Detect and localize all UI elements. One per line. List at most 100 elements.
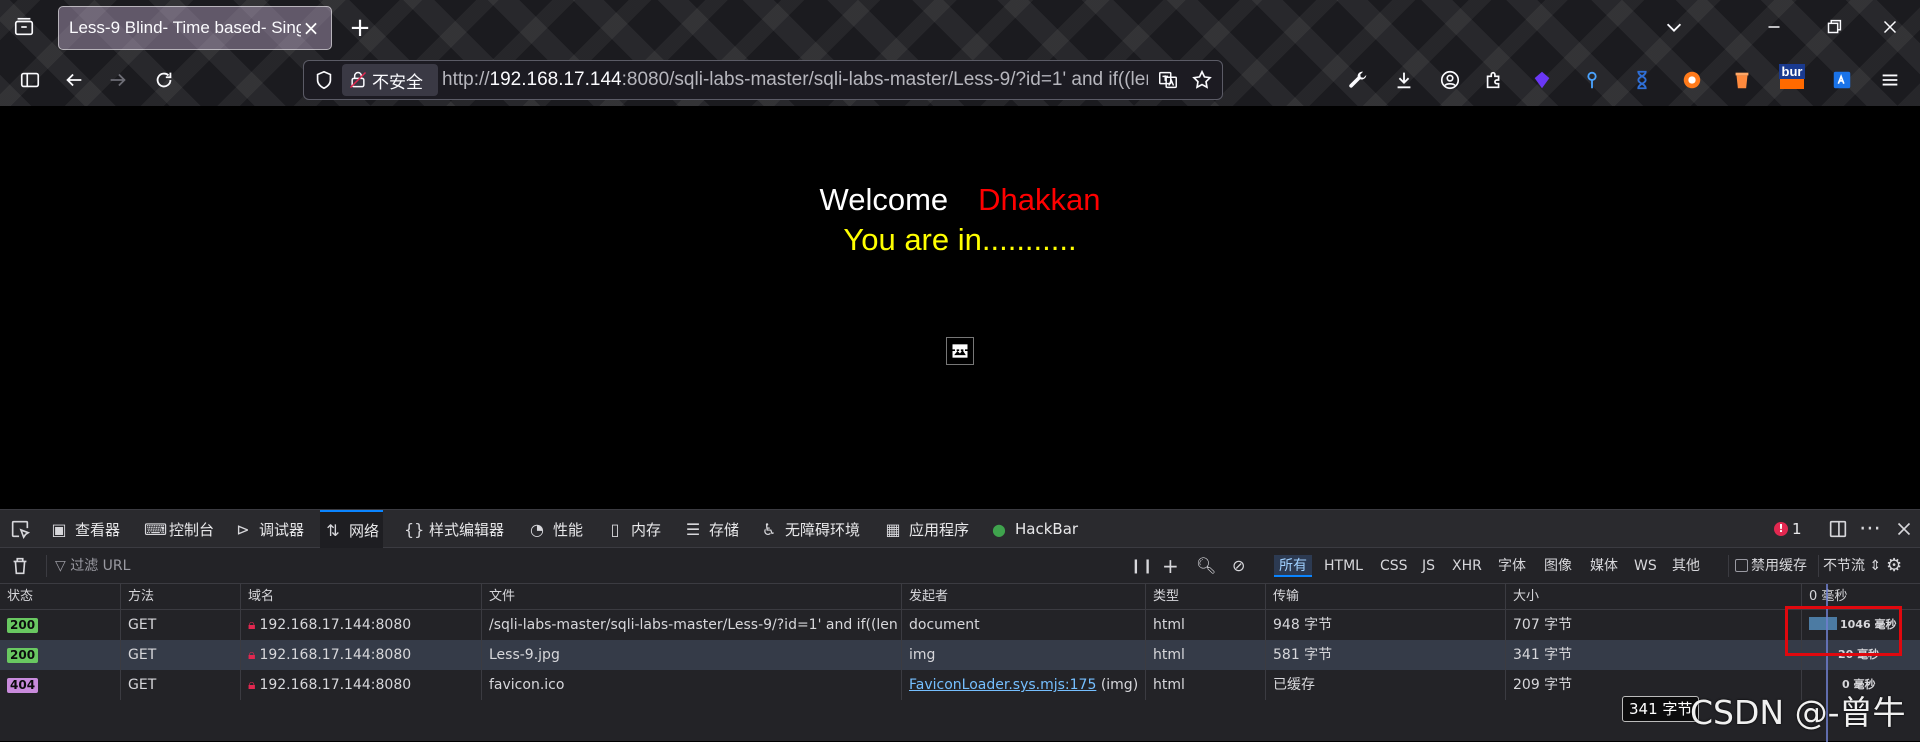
filter-type-fonts[interactable]: 字体	[1498, 555, 1526, 577]
tab-list-icon[interactable]	[6, 9, 42, 45]
search-icon[interactable]: 🔍︎	[1196, 555, 1216, 577]
network-icon: ⇅	[326, 520, 340, 540]
column-size[interactable]: 大小	[1505, 584, 1801, 610]
error-counter[interactable]: ! 1	[1774, 510, 1802, 548]
orange-trash-extension-icon[interactable]	[1724, 62, 1760, 98]
sidebar-icon[interactable]	[12, 62, 48, 98]
extensions-icon[interactable]	[1476, 62, 1512, 98]
connection-insecure-button[interactable]: 不安全	[342, 64, 438, 96]
page-content: Welcome Dhakkan You are in...........	[0, 106, 1920, 509]
filter-type-css[interactable]: CSS	[1380, 555, 1408, 577]
minimize-icon[interactable]	[1756, 9, 1792, 45]
initiator-cell: document	[901, 610, 1145, 640]
filter-type-media[interactable]: 媒体	[1590, 555, 1618, 577]
dock-side-icon[interactable]	[1820, 511, 1856, 547]
disable-cache-checkbox[interactable]: 禁用缓存	[1728, 555, 1807, 577]
throttle-select[interactable]: 不节流 ⇕	[1818, 555, 1881, 577]
tab-storage[interactable]: ☰ 存储	[684, 510, 739, 548]
tab-title: Less-9 Blind- Time based- Single	[69, 18, 301, 37]
more-options-icon[interactable]: ⋯	[1852, 511, 1888, 547]
filter-type-xhr[interactable]: XHR	[1452, 555, 1482, 577]
tab-close-icon[interactable]: ×	[299, 16, 323, 40]
domain-cell: 🔒︎ 192.168.17.144:8080	[240, 640, 481, 670]
error-icon: !	[1774, 522, 1788, 536]
size-cell: 707 字节	[1505, 610, 1801, 640]
filter-type-js[interactable]: JS	[1422, 555, 1435, 577]
column-status[interactable]: 状态	[0, 584, 120, 610]
restore-icon[interactable]	[1816, 9, 1852, 45]
burp-extension-icon[interactable]: bur	[1774, 58, 1810, 94]
status-badge: 404	[7, 678, 39, 693]
debugger-icon: ⊳	[236, 519, 250, 539]
back-icon[interactable]	[56, 62, 92, 98]
highlight-box	[1785, 606, 1902, 656]
transferred-cell: 已缓存	[1265, 670, 1505, 700]
tab-style-editor[interactable]: {} 样式编辑器	[404, 510, 504, 548]
tab-accessibility[interactable]: ♿ 无障碍环境	[760, 510, 860, 548]
burp-label: bur	[1778, 63, 1806, 79]
tab-console[interactable]: ⌨ 控制台	[144, 510, 214, 548]
user-name: Dhakkan	[978, 182, 1101, 217]
column-domain[interactable]: 域名	[240, 584, 481, 610]
wrench-icon[interactable]	[1340, 62, 1376, 98]
new-tab-icon[interactable]: +	[342, 10, 378, 46]
location-pin-extension-icon[interactable]	[1574, 62, 1610, 98]
account-icon[interactable]	[1432, 62, 1468, 98]
tab-application[interactable]: ▦ 应用程序	[884, 510, 969, 548]
translate-extension-icon[interactable]	[1824, 62, 1860, 98]
column-initiator[interactable]: 发起者	[901, 584, 1145, 610]
broken-image-icon	[946, 337, 974, 365]
close-devtools-icon[interactable]	[1886, 511, 1920, 547]
translate-icon[interactable]	[1150, 62, 1186, 98]
bookmark-star-icon[interactable]	[1184, 62, 1220, 98]
pause-icon[interactable]: ❙❙	[1130, 555, 1153, 577]
menu-icon[interactable]	[1872, 62, 1908, 98]
table-row[interactable]: 200 GET 🔒︎ 192.168.17.144:8080 Less-9.jpg…	[0, 640, 1920, 670]
element-picker-icon[interactable]	[2, 511, 38, 547]
tab-performance[interactable]: ◔ 性能	[528, 510, 583, 548]
filter-url-input[interactable]: ▽ 过滤 URL	[46, 555, 1106, 577]
size-tooltip: 341 字节	[1622, 696, 1700, 722]
add-filter-icon[interactable]: +	[1162, 555, 1179, 577]
insecure-lock-icon: 🔒︎	[248, 677, 256, 693]
column-transferred[interactable]: 传输	[1265, 584, 1505, 610]
trash-icon[interactable]	[2, 548, 38, 584]
browser-toolbar: Less-9 Blind- Time based- Single × + 不安全	[0, 0, 1920, 106]
url-path: :8080/sqli-labs-master/sqli-labs-master/…	[621, 69, 1148, 90]
initiator-link[interactable]: FaviconLoader.sys.mjs:175	[909, 677, 1096, 693]
domain-cell: 🔒︎ 192.168.17.144:8080	[240, 610, 481, 640]
address-bar[interactable]: 不安全 http://192.168.17.144:8080/sqli-labs…	[303, 60, 1223, 100]
tab-network[interactable]: ⇅ 网络	[320, 510, 384, 548]
tracking-shield-icon[interactable]	[306, 62, 342, 98]
column-file[interactable]: 文件	[481, 584, 901, 610]
insecure-lock-icon	[348, 69, 368, 91]
close-window-icon[interactable]	[1872, 9, 1908, 45]
column-type[interactable]: 类型	[1145, 584, 1265, 610]
purple-gem-extension-icon[interactable]	[1524, 62, 1560, 98]
tab-memory[interactable]: ▯ 内存	[606, 510, 661, 548]
filter-type-html[interactable]: HTML	[1324, 555, 1363, 577]
filter-type-all[interactable]: 所有	[1274, 555, 1312, 577]
filter-type-ws[interactable]: WS	[1634, 555, 1657, 577]
network-settings-gear-icon[interactable]: ⚙	[1886, 555, 1902, 577]
hourglass-extension-icon[interactable]	[1624, 62, 1660, 98]
download-icon[interactable]	[1386, 62, 1422, 98]
filter-type-other[interactable]: 其他	[1672, 555, 1700, 577]
orange-ring-extension-icon[interactable]	[1674, 62, 1710, 98]
column-method[interactable]: 方法	[120, 584, 240, 610]
forward-icon[interactable]	[100, 62, 136, 98]
tab-hackbar[interactable]: ● HackBar	[990, 510, 1078, 548]
table-row[interactable]: 200 GET 🔒︎ 192.168.17.144:8080 /sqli-labs…	[0, 610, 1920, 640]
tab-inspector[interactable]: ▣ 查看器	[50, 510, 120, 548]
chevron-down-icon[interactable]	[1656, 9, 1692, 45]
filter-type-images[interactable]: 图像	[1544, 555, 1572, 577]
file-cell: favicon.ico	[481, 670, 901, 700]
block-icon[interactable]: ⊘	[1232, 555, 1245, 577]
insecure-label: 不安全	[372, 72, 423, 93]
reload-icon[interactable]	[146, 62, 182, 98]
method-cell: GET	[120, 670, 240, 700]
browser-tab[interactable]: Less-9 Blind- Time based- Single ×	[58, 6, 332, 50]
tab-debugger[interactable]: ⊳ 调试器	[234, 510, 304, 548]
url-text[interactable]: http://192.168.17.144:8080/sqli-labs-mas…	[442, 69, 1148, 93]
welcome-line: Welcome Dhakkan	[0, 182, 1920, 218]
